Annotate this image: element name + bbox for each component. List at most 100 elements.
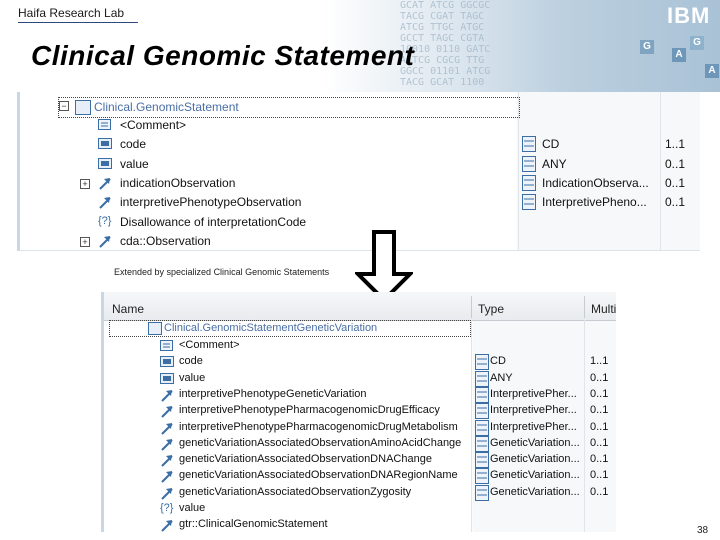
dna-background: GCAT ATCG GGCGC TACG CGAT TAGC ATCG TTGC… [400,0,491,88]
tree-row[interactable]: code CD 1..1 [20,135,696,154]
row-multiplicity: 0..1 [590,404,609,417]
tree-row[interactable]: geneticVariationAssociatedObservationDNA… [104,467,614,485]
row-name: indicationObservation [120,175,236,190]
row-name: interpretivePhenotypeGeneticVariation [179,387,367,400]
constraint-icon: {?} [160,502,174,514]
root-label: Clinical.GenomicStatement [94,100,239,114]
row-multiplicity: 0..1 [590,485,609,498]
extension-caption: Extended by specialized Clinical Genomic… [114,267,330,277]
row-name: code [120,137,147,152]
tree-row[interactable]: interpretivePhenotypeGeneticVariation Int… [104,386,614,403]
page-title: Clinical Genomic Statement [31,40,415,71]
row-multiplicity: 0..1 [665,175,686,190]
attribute-icon [160,372,174,387]
row-multiplicity: 0..1 [590,371,609,384]
attribute-icon [98,157,112,172]
row-multiplicity: 0..1 [590,453,609,466]
tree-root[interactable]: Clinical.GenomicStatementGeneticVariatio… [109,320,471,337]
row-name: interpretivePhenotypeObservation [120,195,302,210]
row-name: value [179,502,206,514]
type-icon [522,174,536,194]
tree-row[interactable]: <Comment> [20,116,696,135]
decor-cube: A [705,64,719,78]
column-divider [471,296,472,318]
column-header-type[interactable]: Type [478,302,504,316]
tree-row[interactable]: {?} value [104,500,614,516]
tree-row[interactable]: code CD 1..1 [104,353,614,371]
row-multiplicity: 0..1 [590,469,609,482]
lab-name: Haifa Research Lab [18,6,125,20]
tree-row[interactable]: interpretivePhenotypePharmacogenomicDrug… [104,402,614,420]
association-arrow-icon [160,519,174,535]
tree-row[interactable]: <Comment> [104,337,614,353]
title-underline [18,22,138,23]
comment-icon [98,119,111,133]
column-header-name[interactable]: Name [112,302,144,316]
comment-icon [160,340,173,354]
tree-row[interactable]: interpretivePhenotypePharmacogenomicDrug… [104,419,614,436]
row-type: GeneticVariation... [490,469,580,482]
row-name: <Comment> [179,339,240,351]
row-type: GeneticVariation... [490,485,580,498]
type-icon [522,155,536,175]
row-multiplicity: 0..1 [665,156,686,171]
row-name: geneticVariationAssociatedObservationDNA… [179,469,458,482]
association-arrow-icon [98,177,112,193]
row-name: interpretivePhenotypePharmacogenomicDrug… [179,420,458,433]
row-type: ANY [490,371,513,384]
type-icon [522,194,536,213]
row-type: ANY [542,156,567,171]
row-name: geneticVariationAssociatedObservationZyg… [179,485,412,498]
row-multiplicity: 0..1 [590,436,609,449]
attribute-icon [160,356,174,370]
row-type: GeneticVariation... [490,453,580,466]
row-name: interpretivePhenotypePharmacogenomicDrug… [179,404,440,417]
expand-toggle[interactable]: + [80,236,90,247]
row-multiplicity: 1..1 [665,137,686,152]
bottom-tree-panel: Name Type Multi Clinical.GenomicStatemen… [101,292,616,535]
row-name: value [179,371,206,384]
tree-row[interactable]: geneticVariationAssociatedObservationAmi… [104,435,614,452]
attribute-icon [98,138,112,152]
header-banner: GCAT ATCG GGCGC TACG CGAT TAGC ATCG TTGC… [0,0,720,92]
column-header-multiplicity[interactable]: Multi [591,302,616,316]
type-icon [522,136,536,155]
ibm-logo: IBM [667,3,711,28]
tree-row[interactable]: value ANY 0..1 [20,155,696,174]
decor-cube: A [672,48,686,62]
tree-row[interactable]: {?} Disallowance of interpretationCode [20,213,696,232]
row-name: <Comment> [120,118,187,132]
row-type: InterpretivePher... [490,387,577,400]
table-header: Name Type Multi [104,292,616,321]
row-name: geneticVariationAssociatedObservationDNA… [179,453,432,466]
tree-row[interactable]: geneticVariationAssociatedObservationZyg… [104,484,614,501]
class-icon [75,100,91,115]
top-tree-panel: − Clinical.GenomicStatement <Comment> cod… [17,92,700,251]
row-name: geneticVariationAssociatedObservationAmi… [179,436,462,449]
decor-cube: G [690,36,704,50]
row-type: InterpretivePher... [490,404,577,417]
row-name: Disallowance of interpretationCode [120,214,307,229]
page-number: 38 [697,525,709,536]
tree-row[interactable]: + indicationObservation IndicationObserva.… [20,174,696,193]
tree-row[interactable]: value ANY 0..1 [104,370,614,387]
tree-row[interactable]: gtr::ClinicalGenomicStatement [104,516,614,535]
tree-row[interactable]: interpretivePhenotypeObservation Interpre… [20,193,696,212]
row-multiplicity: 1..1 [590,355,609,368]
tree-root[interactable]: − Clinical.GenomicStatement [58,97,520,118]
column-divider [584,296,585,318]
class-icon [148,322,162,335]
row-name: cda::Observation [120,233,211,248]
constraint-icon: {?} [98,214,112,227]
decor-cube: G [640,40,654,54]
tree-row[interactable]: geneticVariationAssociatedObservationDNA… [104,451,614,469]
root-label: Clinical.GenomicStatementGeneticVariatio… [164,322,378,334]
collapse-toggle[interactable]: − [59,101,69,111]
expand-toggle[interactable]: + [80,178,90,189]
row-multiplicity: 0..1 [590,387,609,400]
row-name: code [179,355,203,368]
association-arrow-icon [98,235,112,251]
row-type: CD [490,355,506,368]
row-type: IndicationObserva... [542,175,649,190]
row-multiplicity: 0..1 [665,195,686,210]
